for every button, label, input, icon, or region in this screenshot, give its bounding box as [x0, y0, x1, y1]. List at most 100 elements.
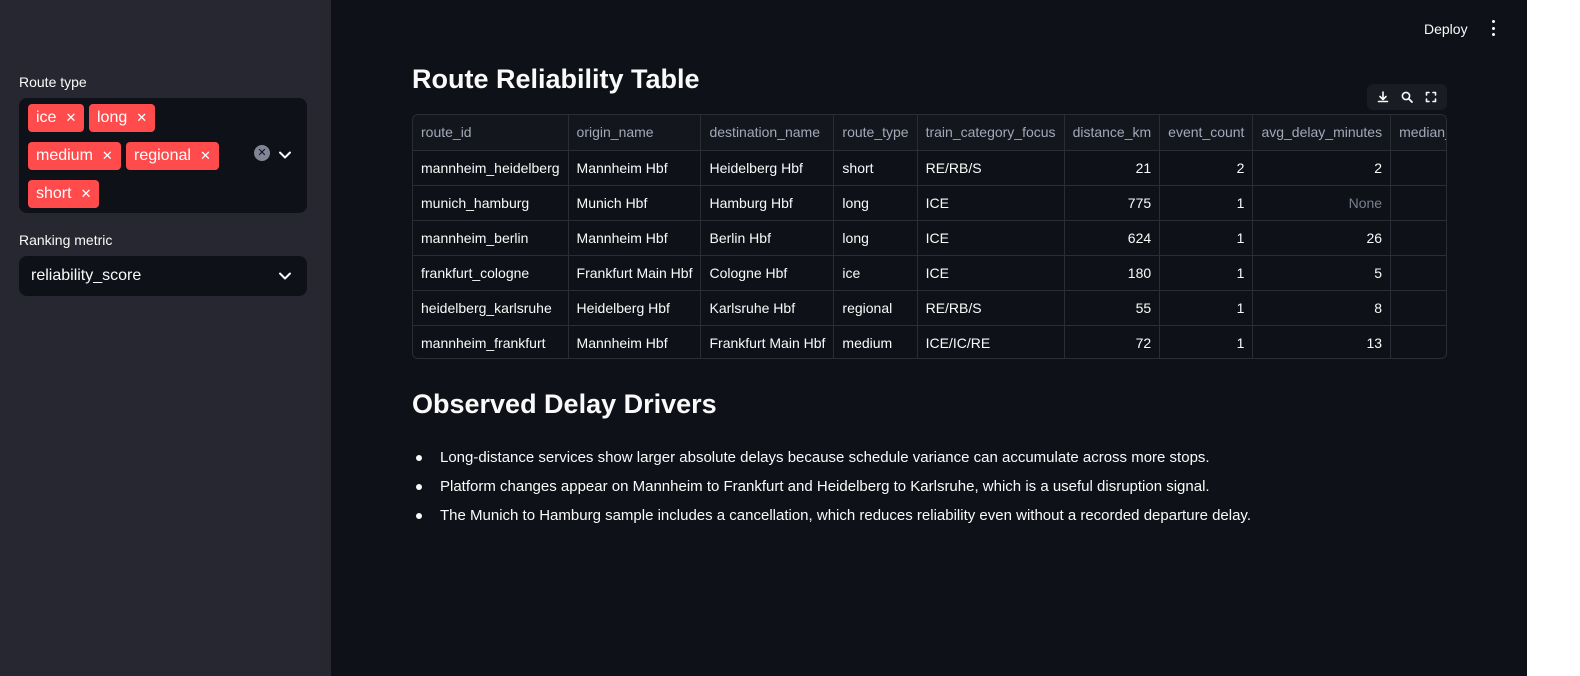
route-type-multiselect[interactable]: ice ✕ long ✕ medium ✕ regional ✕ short ✕… [19, 98, 307, 213]
deploy-button[interactable]: Deploy [1424, 19, 1468, 39]
table-cell[interactable]: Mannheim Hbf [568, 150, 702, 186]
table-row: mannheim_berlin Mannheim Hbf Berlin Hbf … [413, 220, 1446, 256]
table-cell[interactable]: 21 [1064, 150, 1161, 186]
column-header[interactable]: route_id [413, 115, 569, 151]
table-cell[interactable]: 8 [1252, 290, 1392, 326]
table-cell[interactable]: 72 [1064, 325, 1161, 358]
table-cell[interactable]: mannheim_heidelberg [413, 150, 569, 186]
table-header-row: route_id origin_name destination_name ro… [413, 115, 1446, 151]
list-item: Long-distance services show larger absol… [412, 448, 1251, 477]
drivers-title: Observed Delay Drivers [412, 389, 717, 419]
tag-label: medium [36, 147, 93, 164]
app-window: Route type ice ✕ long ✕ medium ✕ regiona… [0, 0, 1527, 676]
remove-tag-icon[interactable]: ✕ [136, 110, 147, 126]
chevron-down-icon[interactable] [278, 269, 292, 283]
table-cell[interactable]: 55 [1064, 290, 1161, 326]
table-cell[interactable] [1390, 185, 1446, 221]
table-cell[interactable]: 2 [1252, 150, 1392, 186]
remove-tag-icon[interactable]: ✕ [81, 186, 92, 202]
table-cell[interactable]: 1 [1159, 255, 1254, 291]
table-cell[interactable]: Hamburg Hbf [700, 185, 835, 221]
table-cell[interactable]: Karlsruhe Hbf [700, 290, 835, 326]
table-cell[interactable] [1390, 220, 1446, 256]
main-menu-icon[interactable] [1490, 20, 1496, 36]
table-cell[interactable]: long [833, 185, 918, 221]
table-cell[interactable] [1390, 255, 1446, 291]
column-header[interactable]: avg_delay_minutes [1252, 115, 1392, 151]
table-cell[interactable]: RE/RB/S [917, 150, 1065, 186]
table-cell[interactable]: ICE [917, 255, 1065, 291]
table-cell[interactable]: Heidelberg Hbf [568, 290, 702, 326]
table-cell[interactable]: medium [833, 325, 918, 358]
table-cell[interactable]: long [833, 220, 918, 256]
table-cell[interactable]: ICE [917, 220, 1065, 256]
table-cell[interactable] [1390, 290, 1446, 326]
table-cell[interactable]: Heidelberg Hbf [700, 150, 835, 186]
table-cell[interactable]: 2 [1159, 150, 1254, 186]
table-cell[interactable]: 1 [1159, 185, 1254, 221]
table-cell[interactable]: short [833, 150, 918, 186]
route-type-tag-short: short ✕ [28, 180, 100, 208]
table-cell[interactable]: Berlin Hbf [700, 220, 835, 256]
table-cell[interactable]: ICE/IC/RE [917, 325, 1065, 358]
table-title: Route Reliability Table [412, 64, 700, 94]
table-cell[interactable]: Frankfurt Main Hbf [568, 255, 702, 291]
table-cell[interactable]: RE/RB/S [917, 290, 1065, 326]
table-row: frankfurt_cologne Frankfurt Main Hbf Col… [413, 255, 1446, 291]
tag-label: regional [134, 147, 191, 164]
table-cell[interactable]: 13 [1252, 325, 1392, 358]
column-header[interactable]: destination_name [700, 115, 835, 151]
remove-tag-icon[interactable]: ✕ [102, 148, 113, 164]
table-cell[interactable]: Frankfurt Main Hbf [700, 325, 835, 358]
table-cell[interactable]: ICE [917, 185, 1065, 221]
table-cell[interactable]: munich_hamburg [413, 185, 569, 221]
table-cell[interactable]: ice [833, 255, 918, 291]
column-header[interactable]: distance_km [1064, 115, 1161, 151]
column-header[interactable]: median_delay_minutes [1390, 115, 1446, 151]
table-cell[interactable]: mannheim_berlin [413, 220, 569, 256]
table-cell[interactable]: 1 [1159, 290, 1254, 326]
remove-tag-icon[interactable]: ✕ [200, 148, 211, 164]
remove-tag-icon[interactable]: ✕ [65, 110, 76, 126]
table-cell[interactable]: Munich Hbf [568, 185, 702, 221]
table-cell[interactable]: 624 [1064, 220, 1161, 256]
table-cell[interactable]: mannheim_frankfurt [413, 325, 569, 358]
table-cell[interactable]: regional [833, 290, 918, 326]
table-cell[interactable] [1390, 325, 1446, 358]
column-header[interactable]: origin_name [568, 115, 702, 151]
clear-all-icon[interactable]: ✕ [254, 145, 270, 161]
table-cell[interactable]: 775 [1064, 185, 1161, 221]
ranking-metric-value: reliability_score [31, 267, 142, 284]
reliability-table[interactable]: route_id origin_name destination_name ro… [412, 114, 1447, 359]
tag-label: short [36, 185, 72, 202]
drivers-list: Long-distance services show larger absol… [412, 448, 1251, 535]
route-type-tag-ice: ice ✕ [28, 104, 85, 132]
tag-label: ice [36, 109, 57, 126]
table-row: munich_hamburg Munich Hbf Hamburg Hbf lo… [413, 185, 1446, 221]
table-cell[interactable]: 1 [1159, 325, 1254, 358]
table-cell[interactable]: Mannheim Hbf [568, 220, 702, 256]
table-cell[interactable]: heidelberg_karlsruhe [413, 290, 569, 326]
table-toolbar [1367, 84, 1447, 110]
column-header[interactable]: train_category_focus [917, 115, 1065, 151]
fullscreen-icon[interactable] [1424, 90, 1438, 104]
column-header[interactable]: route_type [833, 115, 918, 151]
table-cell[interactable]: Cologne Hbf [700, 255, 835, 291]
tag-label: long [97, 109, 128, 126]
chevron-down-icon[interactable] [278, 148, 292, 162]
table-cell[interactable]: frankfurt_cologne [413, 255, 569, 291]
table-cell[interactable] [1390, 150, 1446, 186]
table-cell[interactable]: Mannheim Hbf [568, 325, 702, 358]
route-type-tag-long: long ✕ [89, 104, 156, 132]
list-item: Platform changes appear on Mannheim to F… [412, 477, 1251, 506]
column-header[interactable]: event_count [1159, 115, 1254, 151]
table-cell[interactable]: None [1252, 185, 1392, 221]
download-icon[interactable] [1376, 90, 1390, 104]
table-cell[interactable]: 5 [1252, 255, 1392, 291]
search-icon[interactable] [1400, 90, 1414, 104]
ranking-metric-select[interactable]: reliability_score [19, 256, 307, 296]
table-cell[interactable]: 1 [1159, 220, 1254, 256]
table-cell[interactable]: 26 [1252, 220, 1392, 256]
table-cell[interactable]: 180 [1064, 255, 1161, 291]
table-row: mannheim_heidelberg Mannheim Hbf Heidelb… [413, 150, 1446, 186]
